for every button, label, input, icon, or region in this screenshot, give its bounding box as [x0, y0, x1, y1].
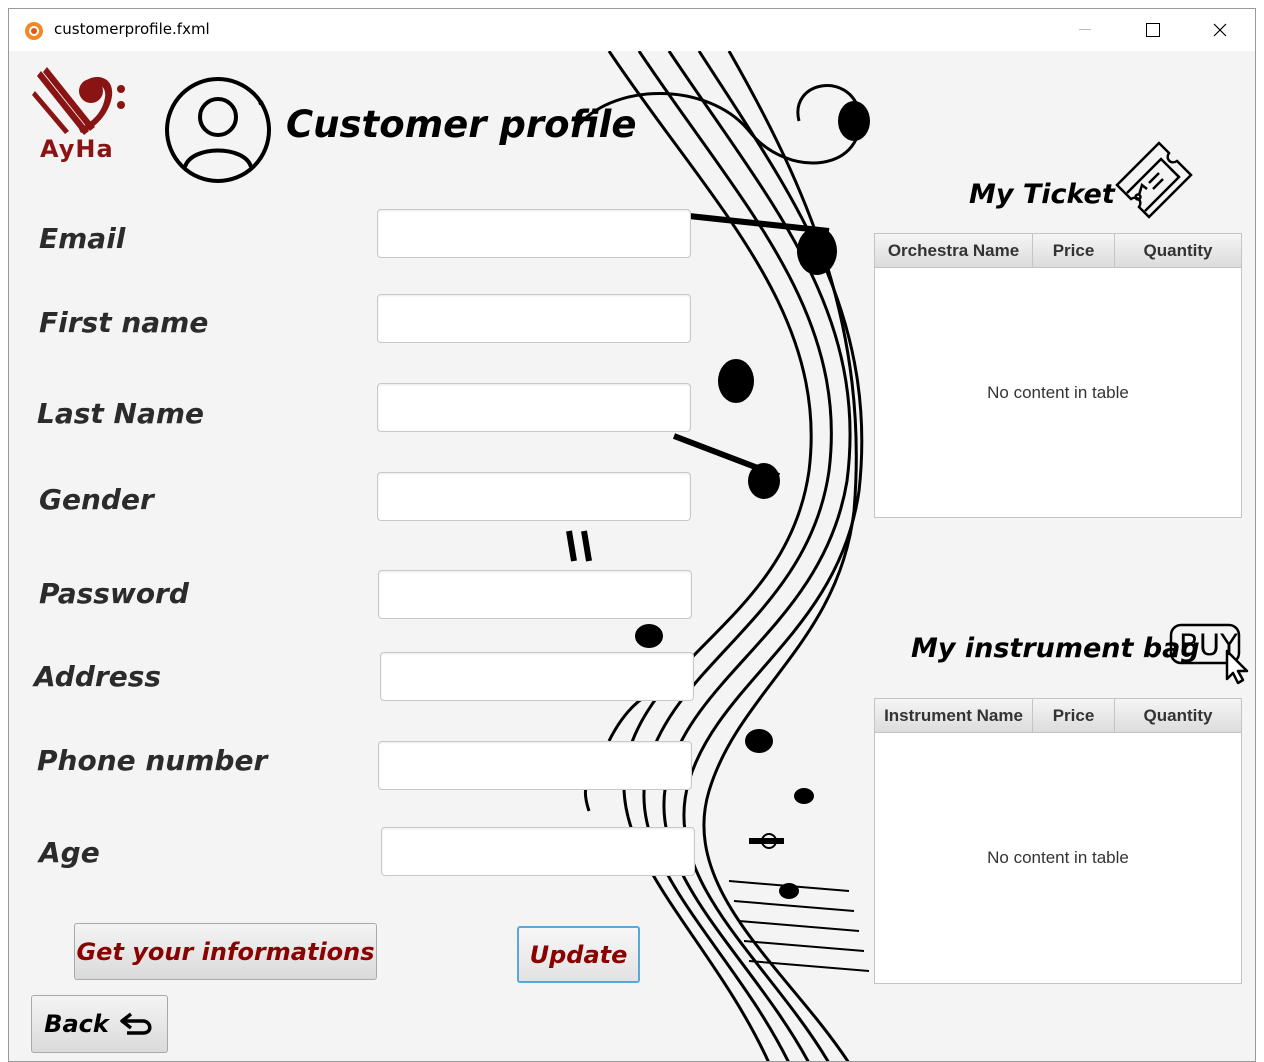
- minimize-icon: [1079, 29, 1091, 30]
- title-bar: customerprofile.fxml: [9, 9, 1255, 51]
- content-area: AyHa Customer profile Email First name L…: [9, 51, 1255, 1061]
- ticket-icon: [1115, 141, 1193, 219]
- gender-field[interactable]: [377, 472, 691, 521]
- get-informations-button[interactable]: Get your informations: [74, 923, 377, 980]
- ticket-empty-message: No content in table: [987, 383, 1129, 402]
- update-label: Update: [529, 940, 628, 969]
- email-label: Email: [39, 222, 126, 255]
- bag-table-header: Instrument Name Price Quantity: [875, 699, 1241, 733]
- my-instrument-bag-title: My instrument bag: [911, 633, 1200, 664]
- first-name-field[interactable]: [377, 294, 691, 343]
- column-header-quantity[interactable]: Quantity: [1115, 234, 1241, 267]
- address-field[interactable]: [380, 652, 694, 701]
- app-icon: [25, 22, 43, 40]
- gender-label: Gender: [39, 483, 154, 516]
- close-button[interactable]: [1197, 9, 1243, 51]
- column-header-instrument-name[interactable]: Instrument Name: [875, 699, 1033, 732]
- last-name-field[interactable]: [377, 383, 691, 432]
- logo-text: AyHa: [40, 135, 114, 163]
- app-window: customerprofile.fxml AyHa Customer profi…: [8, 8, 1256, 1062]
- password-label: Password: [39, 577, 189, 610]
- maximize-icon: [1146, 23, 1160, 37]
- instrument-bag-table[interactable]: Instrument Name Price Quantity No conten…: [874, 698, 1242, 984]
- ticket-table-header: Orchestra Name Price Quantity: [875, 234, 1241, 268]
- phone-number-label: Phone number: [37, 744, 268, 777]
- buy-icon: BUY: [1167, 621, 1255, 699]
- maximize-button[interactable]: [1130, 9, 1176, 51]
- column-header-orchestra-name[interactable]: Orchestra Name: [875, 234, 1033, 267]
- age-label: Age: [39, 836, 100, 869]
- bag-empty-message: No content in table: [987, 848, 1129, 867]
- column-header-price[interactable]: Price: [1033, 234, 1115, 267]
- column-header-quantity[interactable]: Quantity: [1115, 699, 1241, 732]
- minimize-button[interactable]: [1062, 9, 1108, 51]
- first-name-label: First name: [39, 306, 209, 339]
- last-name-label: Last Name: [37, 397, 205, 430]
- buy-label: BUY: [1179, 628, 1238, 662]
- get-informations-label: Get your informations: [76, 937, 375, 966]
- email-field[interactable]: [377, 209, 691, 258]
- address-label: Address: [34, 660, 162, 693]
- ticket-table[interactable]: Orchestra Name Price Quantity No content…: [874, 233, 1242, 518]
- column-header-price[interactable]: Price: [1033, 699, 1115, 732]
- update-button[interactable]: Update: [517, 926, 640, 983]
- window-title: customerprofile.fxml: [54, 20, 210, 38]
- page-title: Customer profile: [286, 103, 637, 146]
- password-field[interactable]: [378, 570, 692, 619]
- close-icon: [1213, 23, 1227, 37]
- my-ticket-title: My Ticket: [969, 179, 1115, 210]
- back-label: Back: [44, 1010, 109, 1038]
- return-arrow-icon: [120, 1012, 152, 1035]
- user-avatar-icon: [165, 77, 271, 183]
- back-button[interactable]: Back: [31, 995, 168, 1053]
- phone-number-field[interactable]: [378, 741, 692, 790]
- age-field[interactable]: [381, 827, 695, 876]
